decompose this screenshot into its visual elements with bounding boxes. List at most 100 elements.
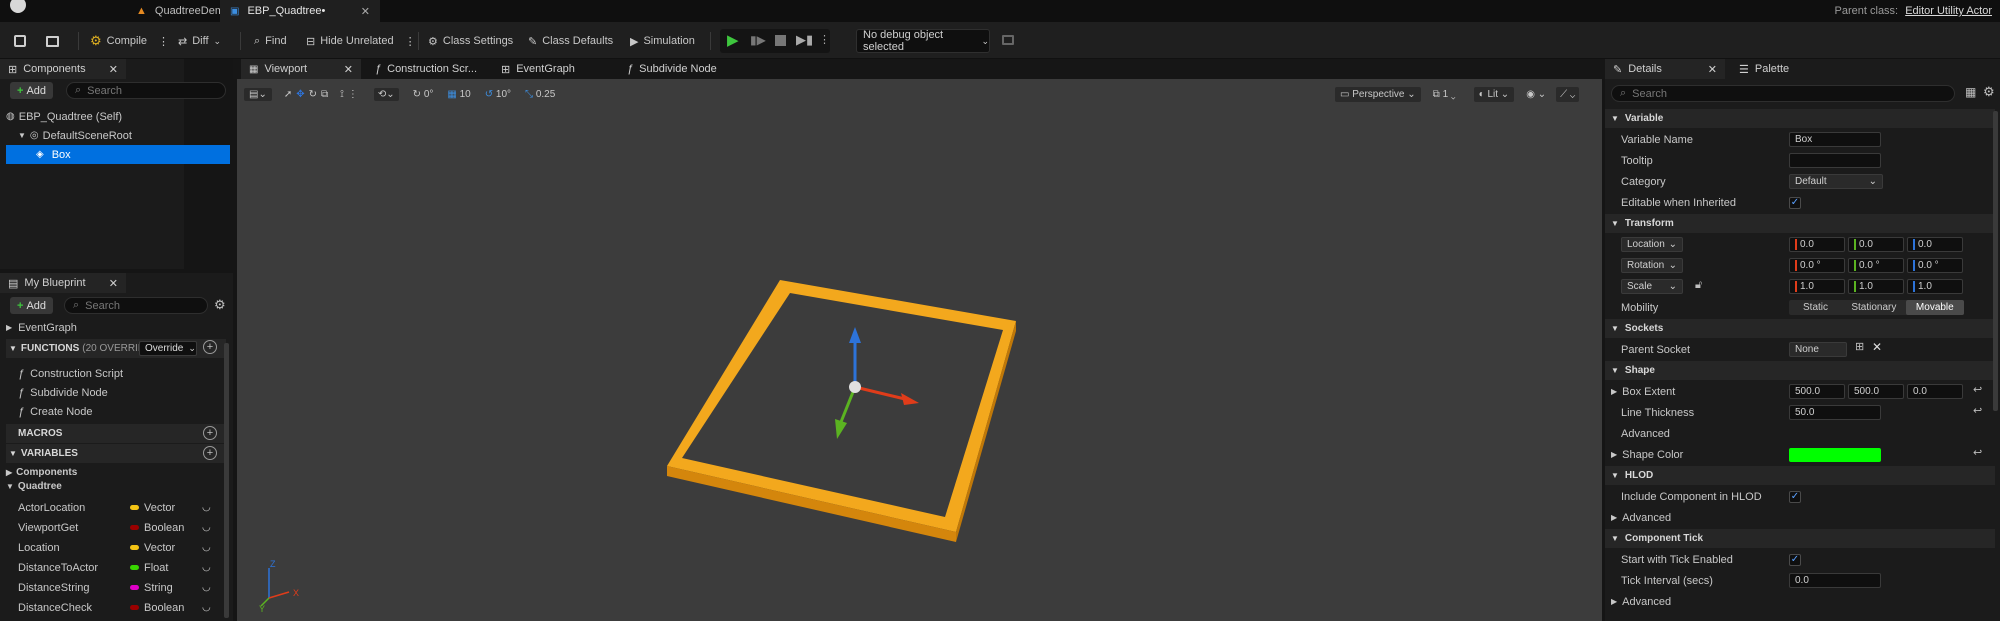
translate-mode-icon[interactable]: ✥ [296,89,304,100]
compile-options-icon[interactable]: ⋮ [158,35,169,48]
scale-y-input[interactable]: 1.0 [1848,279,1904,294]
function-item[interactable]: ƒ Construction Script [18,364,208,383]
play-icon[interactable]: ▶ [727,31,739,49]
tree-item-box[interactable]: ◈ Box [6,145,230,164]
settings-gear-icon[interactable]: ⚙ [214,297,226,313]
scale-z-input[interactable]: 1.0 [1907,279,1963,294]
debug-object-select[interactable]: No debug object selected ⌄ [856,29,990,53]
tab-ebp-quadtree[interactable]: ▣ EBP_Quadtree• ✕ [220,0,380,22]
world-local-toggle-icon[interactable]: ⟲⌄ [373,87,399,101]
find-button[interactable]: ⌕ Find [250,29,291,53]
add-macro-icon[interactable]: + [203,426,217,440]
rotation-mode-dropdown[interactable]: Rotation ⌄ [1621,258,1683,273]
variables-section-header[interactable]: ▼ VARIABLES [6,444,226,463]
tab-my-blueprint[interactable]: ▤ My Blueprint ✕ [0,273,126,293]
gizmo-pivot[interactable] [849,381,861,393]
advanced-row[interactable]: Advanced [1621,424,1670,443]
advanced-row[interactable]: ▶ Advanced [1611,508,1671,527]
grid-snap-toggle[interactable]: ▦ 10 [447,89,470,100]
class-settings-button[interactable]: ⚙ Class Settings [424,29,517,53]
eye-closed-icon[interactable]: ◡ [202,542,211,553]
tab-details[interactable]: ✎ Details ✕ [1605,59,1725,79]
variable-item[interactable]: ViewportGet Boolean ◡ [18,518,218,537]
include-hlod-checkbox[interactable]: ✓ [1789,491,1801,503]
variable-category[interactable]: ▼ Quadtree [6,479,206,493]
event-graph-item[interactable]: ▶ EventGraph [6,318,206,337]
mobility-static-button[interactable]: Static [1789,300,1842,315]
add-function-icon[interactable]: + [203,340,217,354]
tab-subdivide-node[interactable]: ƒ Subdivide Node [619,59,759,79]
eye-closed-icon[interactable]: ◡ [202,522,211,533]
parent-class-link[interactable]: Editor Utility Actor [1905,5,1992,17]
rotation-y-input[interactable]: 0.0 ° [1848,258,1904,273]
variable-item[interactable]: DistanceCheck Boolean ◡ [18,598,218,617]
close-icon[interactable]: ✕ [344,63,353,76]
collapse-arrow-icon[interactable]: ▼ [6,482,14,491]
scale-mode-icon[interactable]: ⧉ [321,89,328,100]
scale-x-input[interactable]: 1.0 [1789,279,1845,294]
start-tick-checkbox[interactable]: ✓ [1789,554,1801,566]
rotation-x-input[interactable]: 0.0 ° [1789,258,1845,273]
reset-to-default-icon[interactable]: ↩ [1973,446,1982,459]
tree-item-defaultsceneroot[interactable]: ▼ ◎ DefaultSceneRoot [18,126,178,145]
collapse-arrow-icon[interactable]: ▼ [9,449,17,458]
section-component-tick[interactable]: ▼ Component Tick [1605,529,1995,548]
eye-closed-icon[interactable]: ◡ [202,582,211,593]
line-thickness-input[interactable]: 50.0 [1789,405,1881,420]
rotate-mode-icon[interactable]: ↻ [309,89,317,100]
collapse-arrow-icon[interactable]: ▼ [9,344,17,353]
expand-arrow-icon[interactable]: ▼ [18,131,26,140]
rotation-snap-toggle[interactable]: ↻ 0° [413,89,434,100]
section-hlod[interactable]: ▼ HLOD [1605,466,1995,485]
quadtree-box[interactable] [667,280,1016,542]
tab-palette[interactable]: ☰ Palette [1731,59,1831,79]
viewport-options-icon[interactable]: ▤⌄ [244,87,272,101]
scale-snap-toggle[interactable]: ⤡ 0.25 [525,89,555,100]
variable-item[interactable]: DistanceToActor Float ◡ [18,558,218,577]
select-mode-icon[interactable]: ➚ [284,89,292,100]
macros-section-header[interactable]: MACROS [6,424,226,443]
location-mode-dropdown[interactable]: Location ⌄ [1621,237,1683,252]
tooltip-input[interactable] [1789,153,1881,168]
details-settings-icon[interactable]: ⚙ [1983,84,1995,100]
play-options-icon[interactable]: ⋮ [819,33,830,46]
close-icon[interactable]: ✕ [109,277,118,290]
box-extent-y-input[interactable]: 500.0 [1848,384,1904,399]
section-transform[interactable]: ▼ Transform [1605,214,1995,233]
shape-color-swatch[interactable] [1789,448,1881,462]
reset-to-default-icon[interactable]: ↩ [1973,383,1982,396]
function-item[interactable]: ƒ Subdivide Node [18,383,208,402]
clear-icon[interactable]: ✕ [1872,340,1882,354]
simulation-button[interactable]: ▶ Simulation [626,29,699,53]
browse-socket-icon[interactable]: ⊞ [1855,340,1864,353]
class-defaults-button[interactable]: ✎ Class Defaults [524,29,617,53]
unreal-logo-icon[interactable] [7,0,29,16]
variable-category[interactable]: ▶ Components [6,465,206,479]
hide-unrelated-options-icon[interactable]: ⋮ [405,35,416,48]
expand-arrow-icon[interactable]: ▶ [6,323,12,332]
details-search-input[interactable]: ⌕ Search [1611,85,1955,102]
hide-unrelated-button[interactable]: ⊟ Hide Unrelated ⋮ [302,29,420,53]
show-flags-button[interactable]: ◉ ⌄ [1526,89,1546,100]
scrollbar[interactable] [1993,111,1998,411]
browse-button[interactable] [42,29,63,53]
section-shape[interactable]: ▼ Shape [1605,361,1995,380]
viewport[interactable]: Z X Y [237,79,1602,621]
location-x-input[interactable]: 0.0 [1789,237,1845,252]
my-blueprint-search-input[interactable]: ⌕ Search [64,297,208,314]
close-icon[interactable]: ✕ [1708,63,1717,76]
mobility-stationary-button[interactable]: Stationary [1842,300,1906,315]
debug-browse-icon[interactable] [1002,35,1014,45]
override-dropdown[interactable]: Override ⌄ [139,341,197,356]
tab-event-graph[interactable]: ⊞ EventGraph [493,59,613,79]
parent-socket-field[interactable]: None [1789,342,1847,357]
variable-item[interactable]: ActorLocation Vector ◡ [18,498,218,517]
save-button[interactable] [10,29,30,53]
surface-snap-icon[interactable]: ⟟ [340,89,344,100]
category-dropdown[interactable]: Default ⌄ [1789,174,1883,189]
close-icon[interactable]: ✕ [361,5,370,18]
box-extent-row[interactable]: ▶ Box Extent [1611,382,1675,401]
property-matrix-icon[interactable]: ▦ [1965,85,1976,99]
box-extent-z-input[interactable]: 0.0 [1907,384,1963,399]
angle-snap-toggle[interactable]: ↺ 10° [485,89,511,100]
